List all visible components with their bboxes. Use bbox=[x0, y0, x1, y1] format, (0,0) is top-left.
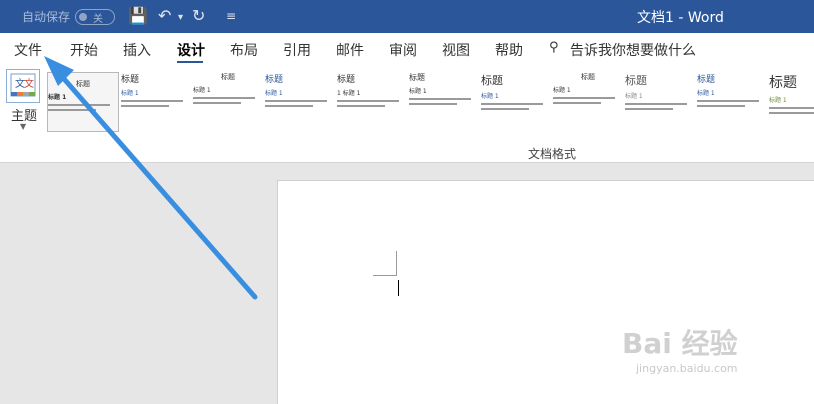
tab-view[interactable]: 视图 bbox=[442, 40, 470, 60]
search-icon[interactable]: ⚲ bbox=[549, 40, 559, 55]
style-set-line bbox=[337, 105, 385, 107]
style-set-title: 标题 bbox=[625, 74, 647, 87]
ribbon-body: 文 文 主题 ▼ 标题 标题 1 标题 标题 1 标题 标题 1 标题 标题 1 bbox=[0, 66, 814, 163]
style-set-gallery: 标题 标题 1 标题 标题 1 标题 标题 1 标题 标题 1 标题 1 标题 … bbox=[45, 69, 814, 132]
style-set-title: 标题 bbox=[697, 75, 716, 85]
style-set-item[interactable]: 标题 标题 1 bbox=[265, 72, 335, 130]
style-set-heading: 标题 1 bbox=[697, 90, 715, 97]
style-set-item[interactable]: 标题 标题 1 bbox=[193, 72, 263, 130]
style-set-line bbox=[48, 109, 96, 111]
style-set-line bbox=[553, 102, 601, 104]
style-set-item[interactable]: 标题 标题 1 bbox=[47, 72, 119, 132]
style-set-item[interactable]: 标题 1 标题 1 bbox=[337, 72, 407, 130]
style-set-heading: 标题 1 bbox=[48, 94, 67, 101]
text-cursor bbox=[398, 280, 399, 296]
watermark-logo: Bai 经验 bbox=[622, 327, 738, 360]
style-set-item[interactable]: 标题 标题 1 bbox=[481, 72, 551, 130]
themes-icon: 文 文 bbox=[10, 73, 36, 97]
style-set-title: 标题 bbox=[121, 75, 140, 85]
style-set-item[interactable]: 标题 标题 1 bbox=[625, 72, 695, 130]
tab-design[interactable]: 设计 bbox=[177, 40, 205, 60]
style-set-line bbox=[625, 108, 673, 110]
style-set-title: 标题 bbox=[581, 73, 595, 81]
save-icon[interactable]: 💾 bbox=[128, 6, 148, 25]
toggle-knob bbox=[79, 13, 87, 21]
tab-help[interactable]: 帮助 bbox=[495, 40, 523, 60]
undo-icon[interactable]: ↶ bbox=[158, 6, 171, 25]
style-set-heading: 标题 1 bbox=[409, 88, 427, 95]
style-set-line bbox=[409, 98, 471, 100]
style-set-line bbox=[337, 100, 399, 102]
style-set-line bbox=[193, 97, 255, 99]
style-set-heading: 标题 1 bbox=[553, 87, 571, 94]
tab-insert[interactable]: 插入 bbox=[123, 40, 151, 60]
redo-icon[interactable]: ↻ bbox=[192, 6, 205, 25]
style-set-line bbox=[697, 105, 745, 107]
style-set-line bbox=[193, 102, 241, 104]
window-title: 文档1 - Word bbox=[637, 10, 724, 26]
document-formatting-group-label: 文档格式 bbox=[528, 147, 577, 161]
style-set-line bbox=[121, 105, 169, 107]
style-set-line bbox=[697, 100, 759, 102]
style-set-item[interactable]: 标题 标题 1 bbox=[409, 72, 479, 130]
watermark-url: jingyan.baidu.com bbox=[636, 362, 738, 375]
margin-corner-mark bbox=[373, 275, 397, 276]
style-set-title: 标题 bbox=[221, 73, 235, 81]
style-set-heading: 标题 1 bbox=[193, 87, 211, 94]
style-set-line bbox=[48, 104, 110, 106]
style-set-item[interactable]: 标题 标题 1 bbox=[553, 72, 623, 130]
margin-corner-mark bbox=[396, 251, 397, 275]
style-set-heading: 标题 1 bbox=[625, 93, 643, 100]
style-set-heading: 标题 1 bbox=[121, 90, 139, 97]
style-set-line bbox=[409, 103, 457, 105]
autosave-toggle[interactable]: 关 bbox=[75, 9, 115, 25]
active-tab-indicator bbox=[177, 61, 203, 63]
style-set-line bbox=[769, 107, 814, 109]
style-set-title: 标题 bbox=[337, 75, 356, 85]
style-set-line bbox=[481, 108, 529, 110]
svg-text:文: 文 bbox=[24, 77, 34, 90]
tab-review[interactable]: 审阅 bbox=[389, 40, 417, 60]
style-set-title: 标题 bbox=[76, 80, 90, 88]
style-set-item[interactable]: 标题 标题 1 bbox=[121, 72, 191, 130]
style-set-line bbox=[121, 100, 183, 102]
style-set-heading: 标题 1 bbox=[769, 97, 787, 104]
undo-dropdown-icon[interactable]: ▾ bbox=[178, 12, 183, 23]
style-set-line bbox=[265, 105, 313, 107]
style-set-title: 标题 bbox=[265, 75, 284, 85]
ribbon-tab-bar: 文件 开始 插入 设计 布局 引用 邮件 审阅 视图 帮助 ⚲ 告诉我你想要做什… bbox=[0, 33, 814, 66]
style-set-line bbox=[553, 97, 615, 99]
tab-references[interactable]: 引用 bbox=[283, 40, 311, 60]
style-set-title: 标题 bbox=[409, 73, 425, 82]
tab-home[interactable]: 开始 bbox=[70, 40, 98, 60]
autosave-label: 自动保存 bbox=[22, 10, 71, 24]
style-set-item[interactable]: 标题 标题 1 bbox=[697, 72, 767, 130]
style-set-heading: 标题 1 bbox=[481, 93, 499, 100]
tell-me-box[interactable]: 告诉我你想要做什么 bbox=[570, 40, 696, 60]
themes-dropdown-icon[interactable]: ▼ bbox=[20, 122, 26, 131]
style-set-heading: 标题 1 bbox=[265, 90, 283, 97]
style-set-line bbox=[481, 103, 543, 105]
style-set-line bbox=[769, 112, 814, 114]
style-set-item[interactable]: 标题 标题 1 bbox=[769, 72, 814, 130]
style-set-title: 标题 bbox=[481, 74, 503, 87]
title-bar: 自动保存 关 💾 ↶ ▾ ↻ ≡ 文档1 - Word bbox=[0, 0, 814, 33]
themes-button[interactable]: 文 文 bbox=[6, 69, 40, 103]
customize-toolbar-icon[interactable]: ≡ bbox=[226, 9, 236, 23]
style-set-title: 标题 bbox=[769, 75, 797, 91]
style-set-line bbox=[625, 103, 687, 105]
tab-mailings[interactable]: 邮件 bbox=[336, 40, 364, 60]
tab-layout[interactable]: 布局 bbox=[230, 40, 258, 60]
tab-file[interactable]: 文件 bbox=[14, 40, 42, 60]
style-set-line bbox=[265, 100, 327, 102]
style-set-heading: 1 标题 1 bbox=[337, 90, 361, 97]
autosave-state: 关 bbox=[93, 14, 103, 25]
